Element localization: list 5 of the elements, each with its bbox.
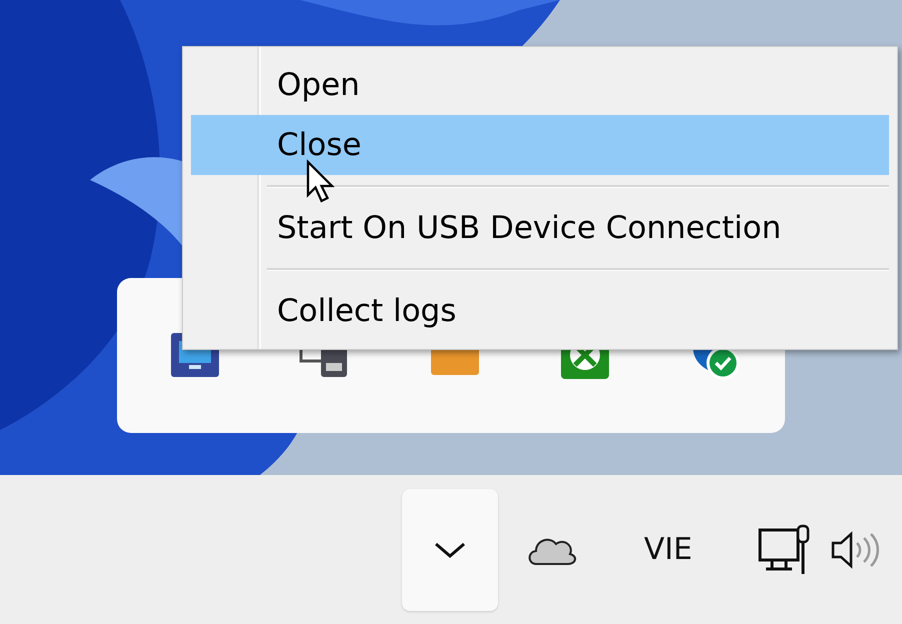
- menu-item[interactable]: Collect logs: [191, 281, 889, 341]
- menu-item[interactable]: Start On USB Device Connection: [191, 198, 889, 258]
- menu-item[interactable]: Open: [191, 55, 889, 115]
- menu-item[interactable]: Close: [191, 115, 889, 175]
- language-indicator[interactable]: VIE: [644, 532, 692, 567]
